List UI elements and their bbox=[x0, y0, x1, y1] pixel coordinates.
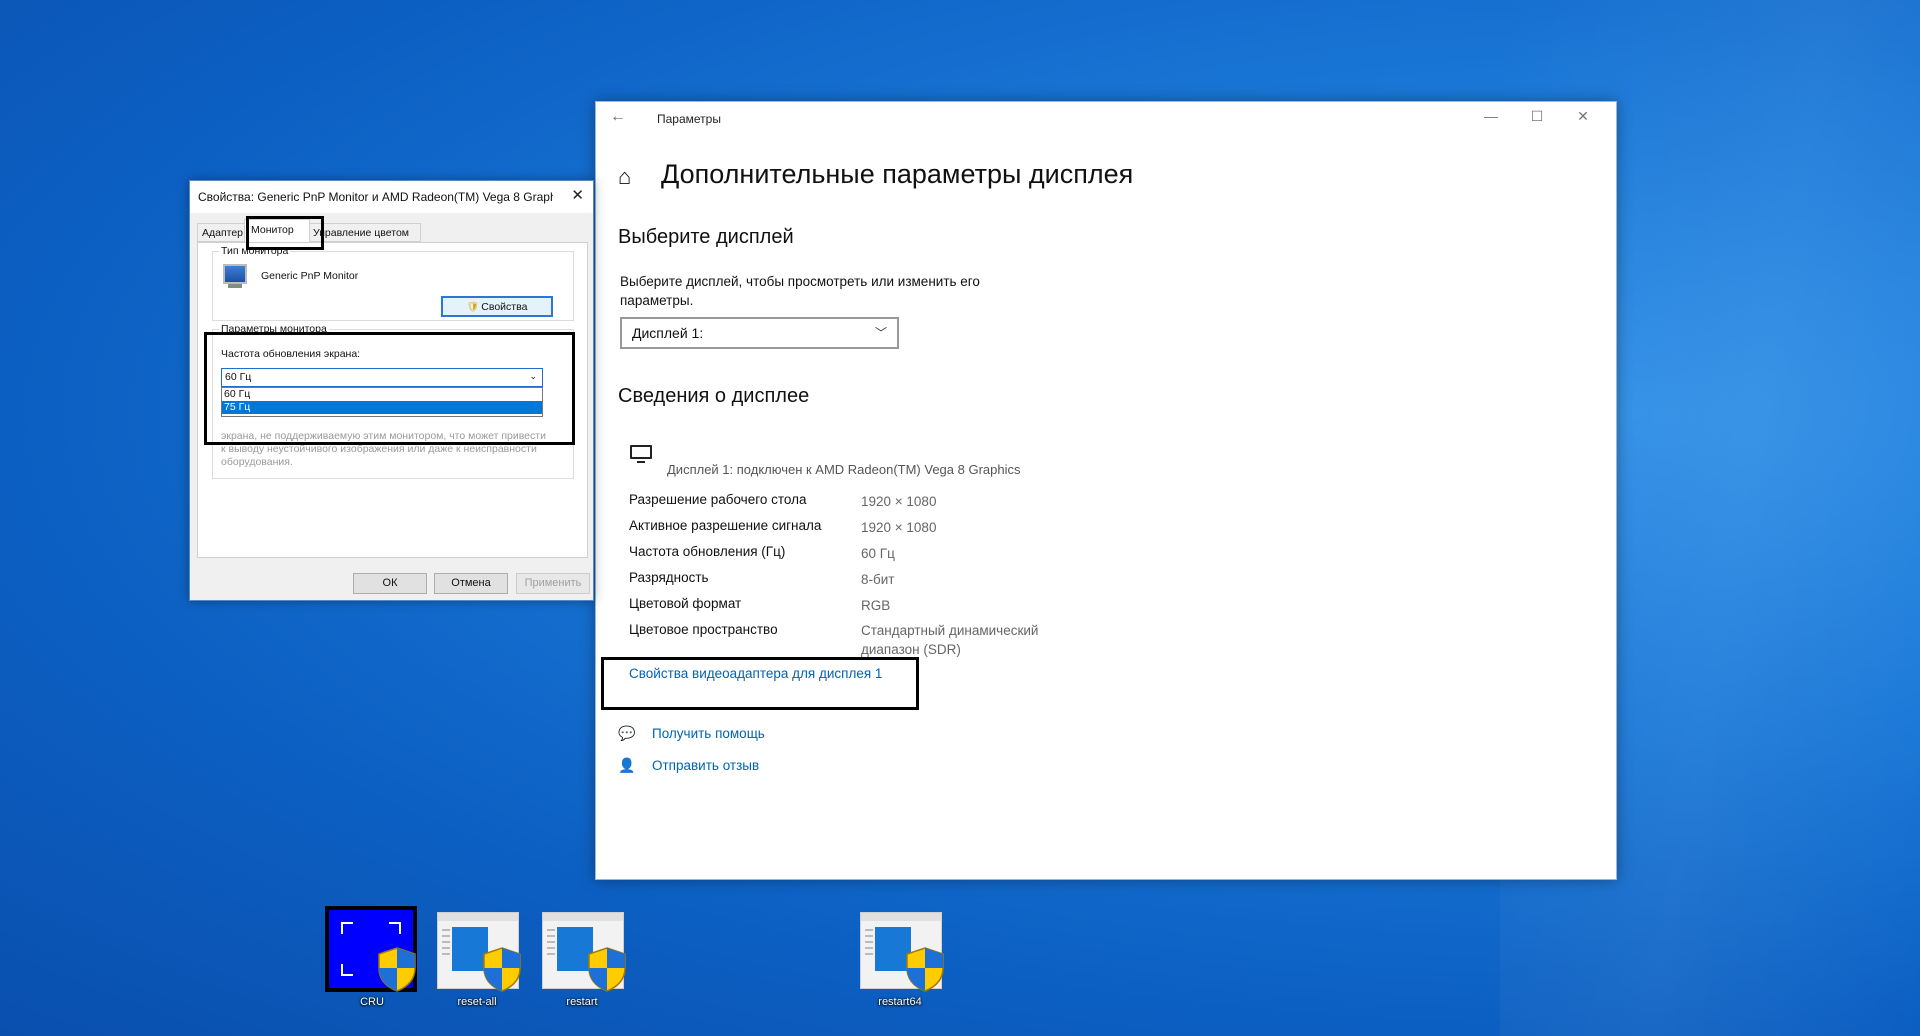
chevron-down-icon: ﹀ bbox=[874, 326, 887, 340]
properties-dialog: Свойства: Generic PnP Monitor и AMD Rade… bbox=[189, 180, 594, 601]
highlight-box bbox=[246, 216, 324, 250]
display-connection-text: Дисплей 1: подключен к AMD Radeon(TM) Ve… bbox=[667, 462, 1021, 477]
info-label: Цветовое пространство bbox=[629, 622, 778, 637]
info-label: Цветовой формат bbox=[629, 596, 742, 611]
apply-button[interactable]: Применить bbox=[516, 573, 590, 594]
monitor-properties-button[interactable]: 🛡 Свойства bbox=[441, 296, 553, 317]
close-icon[interactable]: ✕ bbox=[571, 186, 584, 204]
back-arrow-icon[interactable]: ← bbox=[610, 108, 626, 126]
monitor-name: Generic PnP Monitor bbox=[261, 270, 359, 282]
uac-shield-icon bbox=[588, 947, 626, 992]
info-value: 1920 × 1080 bbox=[861, 494, 937, 509]
ok-button[interactable]: ОК bbox=[353, 573, 427, 594]
highlight-box bbox=[204, 332, 575, 445]
choose-display-description: Выберите дисплей, чтобы просмотреть или … bbox=[620, 274, 980, 308]
monitor-properties-label: Свойства bbox=[481, 301, 528, 313]
dialog-titlebar: Свойства: Generic PnP Monitor и AMD Rade… bbox=[190, 181, 593, 213]
desktop-icon-restart[interactable]: restart bbox=[532, 906, 632, 1016]
settings-window: ← Параметры — ☐ ✕ ⌂ Дополнительные парам… bbox=[595, 101, 1617, 880]
info-label: Разрешение рабочего стола bbox=[629, 492, 807, 507]
monitor-type-group: Тип монитора Generic PnP Monitor 🛡 Свойст… bbox=[212, 245, 574, 321]
window-title: Параметры bbox=[657, 112, 721, 126]
tab-color-management[interactable]: Управление цветом bbox=[308, 223, 421, 242]
desktop-icon-reset-all[interactable]: reset-all bbox=[427, 906, 527, 1016]
monitor-icon bbox=[223, 264, 247, 288]
info-value: Стандартный динамический диапазон (SDR) bbox=[861, 623, 1039, 657]
info-value: 60 Гц bbox=[861, 546, 895, 561]
info-label: Частота обновления (Гц) bbox=[629, 544, 786, 559]
info-label: Активное разрешение сигнала bbox=[629, 518, 822, 533]
highlight-box bbox=[601, 657, 919, 710]
dialog-title: Свойства: Generic PnP Monitor и AMD Rade… bbox=[198, 190, 553, 204]
send-feedback-link[interactable]: 👤 Отправить отзыв bbox=[618, 757, 759, 774]
get-help-label: Получить помощь bbox=[652, 726, 765, 741]
monitor-icon bbox=[630, 445, 652, 463]
uac-shield-icon bbox=[483, 947, 521, 992]
get-help-link[interactable]: 💬 Получить помощь bbox=[618, 725, 765, 742]
display-select[interactable]: Дисплей 1: ﹀ bbox=[620, 317, 899, 349]
desktop-icon-label: reset-all bbox=[457, 996, 497, 1008]
shield-icon: 🛡 bbox=[466, 302, 480, 313]
desktop-icon-label: restart64 bbox=[878, 996, 922, 1008]
desktop-icon-cru[interactable]: CRU bbox=[322, 906, 422, 1016]
desktop-icon-label: restart bbox=[566, 996, 598, 1008]
desktop-icon-restart64[interactable]: restart64 bbox=[850, 906, 950, 1016]
uac-shield-icon bbox=[378, 947, 416, 992]
feedback-person-icon: 👤 bbox=[618, 757, 636, 773]
settings-titlebar: ← Параметры — ☐ ✕ bbox=[596, 102, 1616, 134]
tab-adapter[interactable]: Адаптер bbox=[197, 223, 247, 242]
close-icon[interactable]: ✕ bbox=[1563, 108, 1603, 125]
info-value: 1920 × 1080 bbox=[861, 520, 937, 535]
choose-display-heading: Выберите дисплей bbox=[618, 226, 794, 248]
cancel-button[interactable]: Отмена bbox=[434, 573, 508, 594]
home-icon[interactable]: ⌂ bbox=[618, 164, 631, 190]
info-label: Разрядность bbox=[629, 570, 709, 585]
display-select-value: Дисплей 1: bbox=[632, 325, 704, 341]
uac-shield-icon bbox=[906, 947, 944, 992]
chat-help-icon: 💬 bbox=[618, 725, 636, 741]
send-feedback-label: Отправить отзыв bbox=[652, 758, 760, 773]
page-title: Дополнительные параметры дисплея bbox=[661, 159, 1134, 189]
info-value: 8-бит bbox=[861, 572, 895, 587]
minimize-icon[interactable]: — bbox=[1471, 108, 1511, 124]
desktop-icon-label: CRU bbox=[360, 996, 384, 1008]
display-info-heading: Сведения о дисплее bbox=[618, 385, 810, 407]
maximize-icon[interactable]: ☐ bbox=[1517, 108, 1557, 125]
info-value: RGB bbox=[861, 598, 891, 613]
